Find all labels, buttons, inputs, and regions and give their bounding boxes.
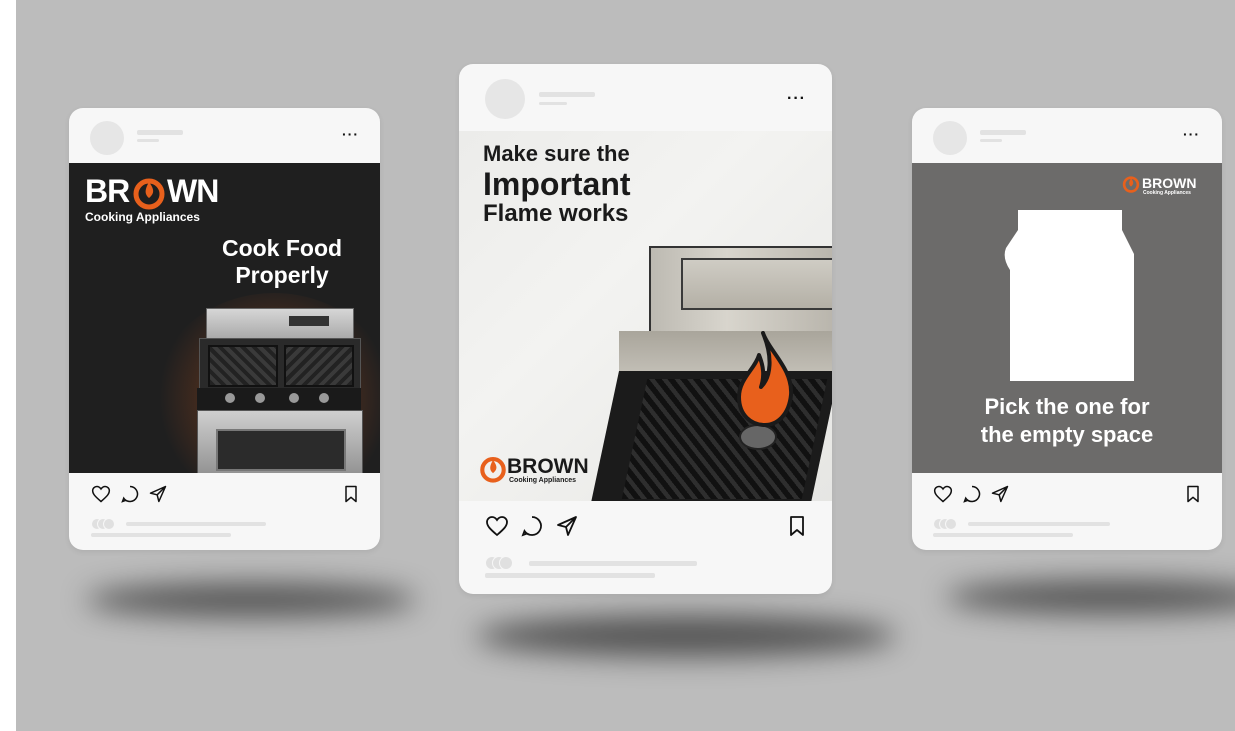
bookmark-icon[interactable] <box>341 484 361 504</box>
likes-text-placeholder <box>968 522 1110 526</box>
post-actions <box>69 481 380 505</box>
subtitle-placeholder <box>539 102 567 105</box>
mockup-stage: ··· BR WN Cooking Appliances Cook Food P… <box>16 0 1235 731</box>
post-image: BR WN Cooking Appliances Cook Food Prope… <box>69 163 380 473</box>
stove-image <box>589 246 832 501</box>
post-image: BROWN Cooking Appliances Pick the one fo… <box>912 163 1222 473</box>
likes-row <box>459 556 832 586</box>
flame-logo-icon <box>480 457 506 483</box>
headline-line: Flame works <box>483 200 629 227</box>
username-placeholder <box>137 130 183 135</box>
bookmark-icon[interactable] <box>1183 484 1203 504</box>
post-card-center: ··· Make sure the Important Flame works <box>459 64 832 594</box>
brand-tagline: Cooking Appliances <box>85 210 200 224</box>
flame-icon <box>737 331 794 427</box>
liker-avatars <box>91 518 131 530</box>
brand-tagline: Cooking Appliances <box>509 477 577 484</box>
avatar[interactable] <box>933 121 967 155</box>
username-placeholder <box>539 92 595 97</box>
headline-line: Important <box>483 166 631 202</box>
comment-icon[interactable] <box>520 514 544 538</box>
avatar[interactable] <box>90 121 124 155</box>
card-shadow-center <box>476 615 896 657</box>
headline-line: Cook Food <box>221 235 343 261</box>
brand-tagline: Cooking Appliances <box>1143 190 1191 196</box>
comment-icon[interactable] <box>120 484 140 504</box>
caption-placeholder <box>933 533 1073 537</box>
brand-logo-text: BROWN <box>1142 175 1197 191</box>
post-actions <box>912 481 1222 505</box>
bookmark-icon[interactable] <box>785 514 809 538</box>
avatar[interactable] <box>485 79 525 119</box>
post-headline: Make sure the Important Flame works <box>483 143 631 226</box>
brand-logo: BROWN Cooking Appliances <box>479 453 619 493</box>
brand-logo-text: BR <box>85 173 130 209</box>
likes-text-placeholder <box>529 561 697 566</box>
post-card-right: ··· BROWN Cooking Appliances Pick the on… <box>912 108 1222 550</box>
headline-line: the empty space <box>980 422 1154 447</box>
post-headline: Pick the one for the empty space <box>912 393 1222 449</box>
caption-placeholder <box>91 533 231 537</box>
more-options-icon[interactable]: ··· <box>342 126 359 142</box>
headline-line: Make sure the <box>483 141 630 166</box>
post-image: Make sure the Important Flame works BROW… <box>459 131 832 501</box>
card-shadow-left <box>86 583 416 617</box>
likes-text-placeholder <box>126 522 266 526</box>
liker-avatars <box>933 518 973 530</box>
card-shadow-right <box>946 580 1235 614</box>
share-icon[interactable] <box>555 514 579 538</box>
subtitle-placeholder <box>980 139 1002 142</box>
post-actions <box>459 511 832 539</box>
share-icon[interactable] <box>990 484 1010 504</box>
subtitle-placeholder <box>137 139 159 142</box>
empty-space-silhouette <box>1004 210 1134 381</box>
brand-logo: BROWN Cooking Appliances <box>1122 173 1214 201</box>
heart-icon[interactable] <box>91 484 111 504</box>
likes-row <box>912 516 1222 546</box>
headline-line: Pick the one for <box>984 394 1150 419</box>
post-headline: Cook Food Properly <box>189 235 375 289</box>
more-options-icon[interactable]: ··· <box>1183 126 1200 142</box>
post-card-left: ··· BR WN Cooking Appliances Cook Food P… <box>69 108 380 550</box>
heart-icon[interactable] <box>485 514 509 538</box>
brand-logo: BR WN Cooking Appliances <box>85 173 235 228</box>
brand-logo-text: BROWN <box>507 455 589 478</box>
heart-icon[interactable] <box>933 484 953 504</box>
caption-placeholder <box>485 573 655 578</box>
comment-icon[interactable] <box>962 484 982 504</box>
liker-avatars <box>485 556 531 570</box>
stove-image <box>194 308 364 473</box>
headline-line: Properly <box>235 262 329 288</box>
flame-logo-icon <box>1122 176 1140 193</box>
flame-logo-icon <box>133 178 165 210</box>
share-icon[interactable] <box>148 484 168 504</box>
more-options-icon[interactable]: ··· <box>787 90 806 108</box>
likes-row <box>69 516 380 546</box>
brand-logo-text: WN <box>167 173 219 209</box>
username-placeholder <box>980 130 1026 135</box>
